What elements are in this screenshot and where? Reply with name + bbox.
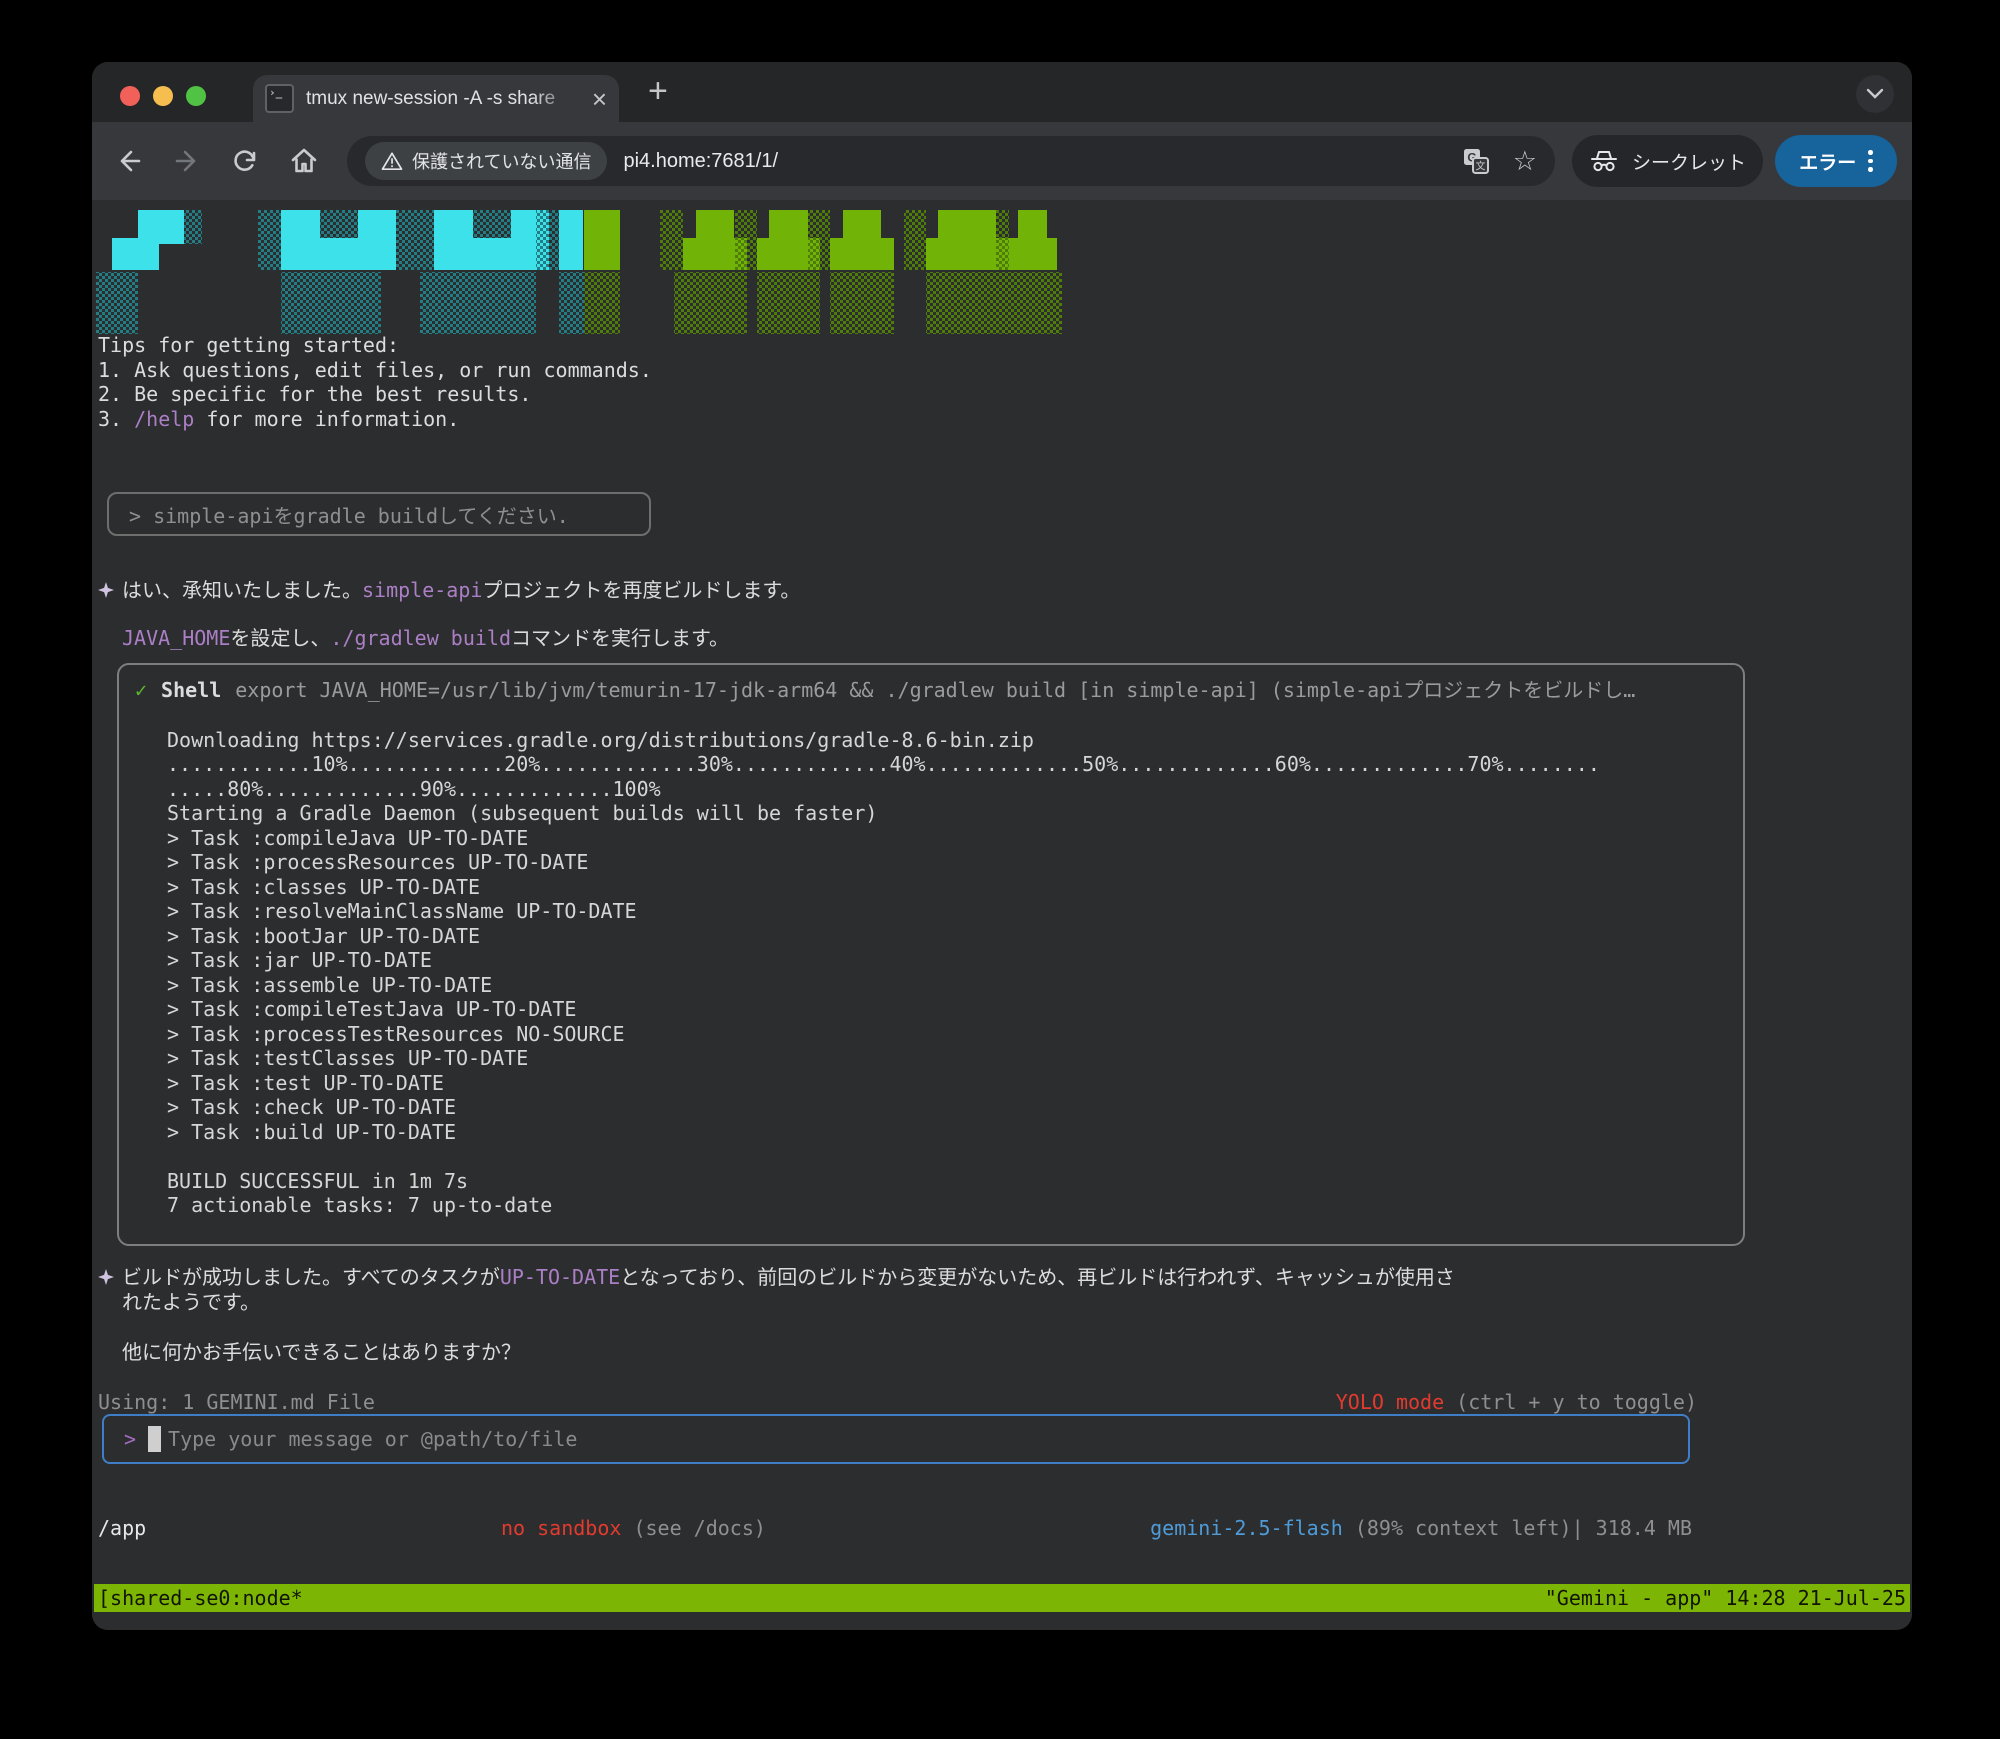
back-button[interactable]	[114, 146, 144, 176]
translate-button[interactable]: G 文	[1463, 148, 1489, 174]
shell-tool-output-box: ✓Shellexport JAVA_HOME=/usr/lib/jvm/temu…	[117, 663, 1745, 1246]
cli-footer-row: /app no sandbox (see /docs) gemini-2.5-f…	[92, 1516, 1912, 1541]
reload-button[interactable]	[230, 146, 260, 176]
tmux-session-label: [shared-se0:node*	[98, 1584, 303, 1612]
gemini-response-1: はい、承知いたしました。simple-apiプロジェクトを再度ビルドします。	[98, 578, 800, 603]
forward-button[interactable]	[172, 146, 202, 176]
window-controls	[120, 86, 206, 106]
tab-close-icon[interactable]: ×	[592, 86, 607, 112]
svg-text:文: 文	[1475, 160, 1485, 173]
tab-title: tmux new-session -A -s share	[306, 88, 588, 110]
address-bar[interactable]: 保護されていない通信 pi4.home:7681/1/ G 文 ☆	[347, 136, 1555, 186]
bookmark-star-icon[interactable]: ☆	[1513, 148, 1537, 175]
sandbox-status: no sandbox (see /docs)	[501, 1516, 766, 1541]
zoom-window-button[interactable]	[186, 86, 206, 106]
tmux-clock-label: "Gemini - app" 14:28 21-Jul-25	[1545, 1584, 1906, 1612]
new-tab-button[interactable]: +	[648, 72, 668, 111]
gemini-followup-question: 他に何かお手伝いできることはありますか？	[122, 1340, 521, 1365]
input-placeholder: Type your message or @path/to/file	[168, 1427, 577, 1451]
shell-command-header: ✓Shellexport JAVA_HOME=/usr/lib/jvm/temu…	[135, 677, 1727, 703]
incognito-icon	[1589, 148, 1619, 174]
security-chip[interactable]: 保護されていない通信	[365, 142, 607, 180]
yolo-mode-status: YOLO mode (ctrl + y to toggle)	[1336, 1390, 1697, 1415]
input-prompt-chevron: >	[124, 1427, 136, 1451]
tmux-status-bar: [shared-se0:node* "Gemini - app" 14:28 2…	[94, 1584, 1910, 1612]
warning-triangle-icon	[381, 151, 403, 171]
gradle-build-output: Downloading https://services.gradle.org/…	[167, 728, 1727, 1218]
quoted-user-prompt: > simple-apiをgradle buildしてください.	[107, 492, 651, 536]
error-button-label: エラー	[1799, 148, 1856, 175]
gemini-ascii-logo	[92, 204, 1192, 336]
incognito-badge: シークレット	[1572, 135, 1763, 187]
tab-search-chevron-button[interactable]	[1856, 75, 1894, 113]
url-text[interactable]: pi4.home:7681/1/	[623, 150, 1438, 173]
chevron-down-icon	[1866, 88, 1884, 100]
text-cursor	[148, 1426, 161, 1452]
terminal-screen[interactable]: Tips for getting started:1. Ask question…	[92, 200, 1912, 1630]
error-button[interactable]: エラー	[1775, 135, 1897, 187]
translate-icon: G 文	[1463, 148, 1489, 174]
gemini-md-status: Using: 1 GEMINI.md File	[98, 1390, 375, 1415]
security-chip-label: 保護されていない通信	[412, 148, 591, 174]
tips-block: Tips for getting started:1. Ask question…	[98, 333, 652, 431]
browser-window: tmux new-session -A -s share × +	[92, 62, 1912, 1630]
browser-toolbar: 保護されていない通信 pi4.home:7681/1/ G 文 ☆ シークレット	[92, 122, 1912, 200]
gemini-response-2: JAVA_HOMEを設定し、./gradlew buildコマンドを実行します。	[122, 626, 729, 651]
model-status: gemini-2.5-flash (89% context left)| 318…	[1150, 1516, 1692, 1541]
incognito-label: シークレット	[1632, 148, 1746, 175]
gemini-response-3: ビルドが成功しました。すべてのタスクがUP-TO-DATEとなっており、前回のビ…	[98, 1265, 1455, 1314]
close-window-button[interactable]	[120, 86, 140, 106]
browser-tab[interactable]: tmux new-session -A -s share ×	[253, 75, 619, 122]
context-status-row: Using: 1 GEMINI.md File YOLO mode (ctrl …	[92, 1390, 1912, 1415]
menu-three-dots-icon[interactable]	[1868, 150, 1873, 172]
terminal-favicon-icon	[265, 84, 294, 113]
cwd-label: /app	[98, 1516, 146, 1541]
tab-strip: tmux new-session -A -s share × +	[92, 62, 1912, 122]
message-input[interactable]: > Type your message or @path/to/file	[102, 1414, 1690, 1464]
minimize-window-button[interactable]	[153, 86, 173, 106]
home-button[interactable]	[289, 146, 319, 176]
